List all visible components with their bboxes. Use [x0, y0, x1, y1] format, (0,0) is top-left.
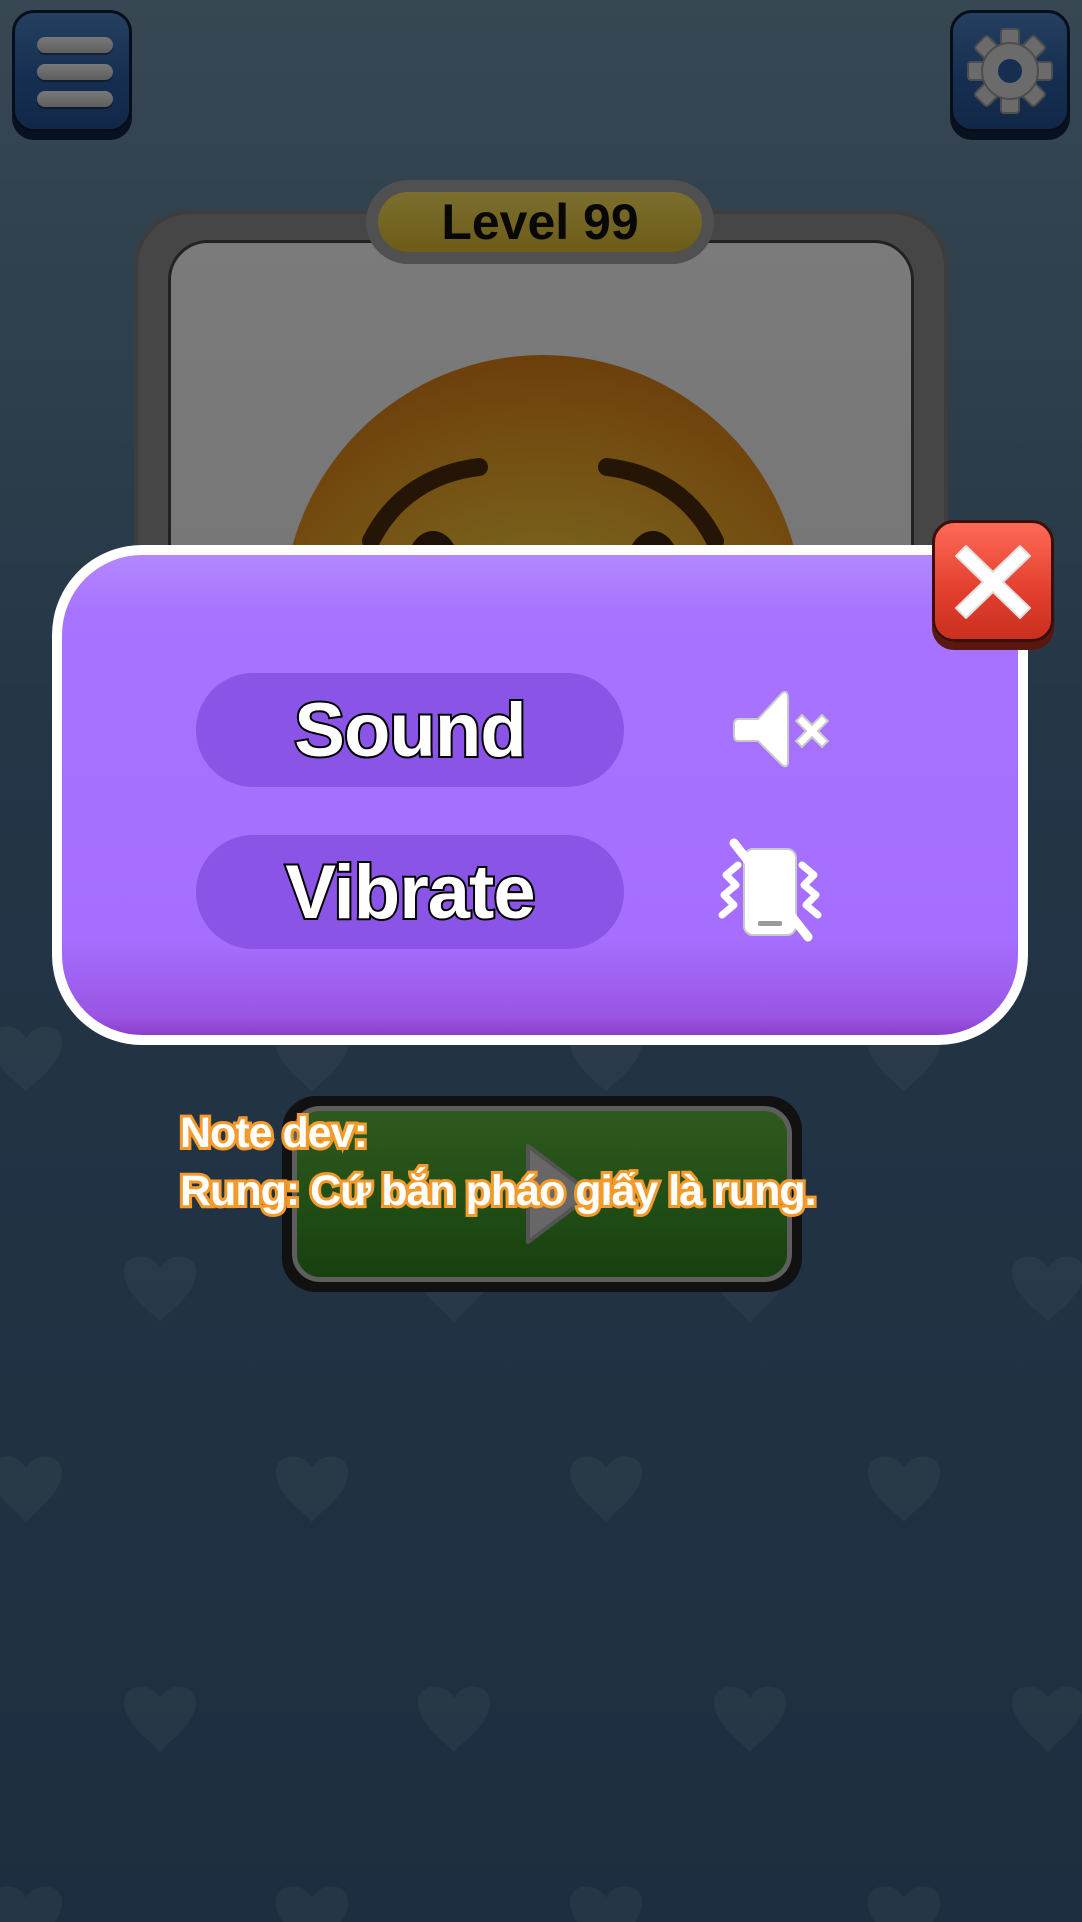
sound-row: Sound	[196, 673, 624, 787]
vibrate-label: Vibrate	[283, 848, 537, 937]
note-title: Note dev:	[177, 1106, 371, 1160]
note-body: Rung: Cứ bắn pháo giấy là rung.	[177, 1164, 820, 1218]
speaker-muted-icon[interactable]	[724, 669, 844, 789]
settings-panel: Sound Vibrate	[52, 545, 1028, 1045]
close-icon	[955, 545, 1031, 619]
vibrate-off-icon[interactable]	[710, 829, 830, 949]
developer-note: Note dev: Rung: Cứ bắn pháo giấy là rung…	[177, 1104, 820, 1220]
close-button[interactable]	[932, 520, 1054, 642]
vibrate-row: Vibrate	[196, 835, 624, 949]
sound-label: Sound	[292, 686, 528, 775]
